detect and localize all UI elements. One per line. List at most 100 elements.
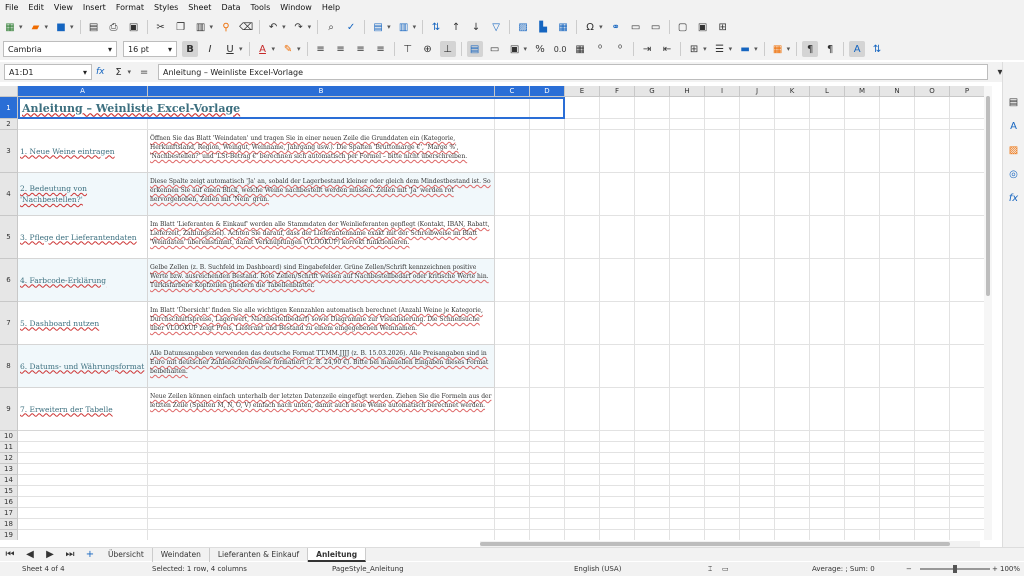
- grid-cell[interactable]: [670, 530, 705, 540]
- grid-cell[interactable]: [565, 345, 600, 388]
- step-label-cell[interactable]: 3. Pflege der Lieferantendaten: [18, 216, 148, 259]
- sum-dropdown-icon[interactable]: ▾: [128, 68, 132, 76]
- grid-cell[interactable]: [530, 530, 565, 540]
- menu-data[interactable]: Data: [216, 0, 245, 16]
- grid-cell[interactable]: [495, 464, 530, 475]
- vertical-text-icon[interactable]: A: [849, 41, 866, 57]
- grid-cell[interactable]: [148, 486, 495, 497]
- grid-cell[interactable]: [565, 486, 600, 497]
- grid-cell[interactable]: [495, 453, 530, 464]
- grid-cell[interactable]: [635, 302, 670, 345]
- menu-help[interactable]: Help: [317, 0, 345, 16]
- grid-cell[interactable]: [950, 97, 984, 119]
- row-header[interactable]: 15: [0, 486, 18, 497]
- align-right-icon[interactable]: ≡: [353, 41, 369, 57]
- grid-cell[interactable]: [565, 302, 600, 345]
- grid-cell[interactable]: [530, 464, 565, 475]
- grid-cell[interactable]: [845, 453, 880, 464]
- grid-cell[interactable]: [600, 302, 635, 345]
- decimal-button[interactable]: 0.0: [552, 41, 568, 57]
- grid-cell[interactable]: [670, 442, 705, 453]
- column-header[interactable]: N: [880, 86, 915, 97]
- step-description-cell[interactable]: Diese Spalte zeigt automatisch 'Ja' an, …: [148, 173, 495, 216]
- grid-cell[interactable]: [740, 486, 775, 497]
- grid-cell[interactable]: [775, 130, 810, 173]
- grid-cell[interactable]: [740, 453, 775, 464]
- hyperlink-icon[interactable]: ⚭: [608, 19, 624, 35]
- row-header[interactable]: 10: [0, 431, 18, 442]
- grid-cell[interactable]: [635, 345, 670, 388]
- font-color-dropdown-icon[interactable]: ▾: [272, 45, 276, 53]
- redo-dropdown-icon[interactable]: ▾: [308, 23, 312, 31]
- grid-cell[interactable]: [530, 302, 565, 345]
- grid-cell[interactable]: [810, 431, 845, 442]
- column-header[interactable]: P: [950, 86, 984, 97]
- row-header[interactable]: 3: [0, 130, 18, 173]
- grid-cell[interactable]: [530, 475, 565, 486]
- grid-cell[interactable]: [740, 475, 775, 486]
- grid-cell[interactable]: [950, 302, 984, 345]
- grid-cell[interactable]: [915, 345, 950, 388]
- save-icon[interactable]: ■: [53, 19, 69, 35]
- grid-cell[interactable]: [635, 119, 670, 130]
- save-dropdown-icon[interactable]: ▾: [70, 23, 74, 31]
- grid-cell[interactable]: [740, 388, 775, 431]
- grid-cell[interactable]: [845, 97, 880, 119]
- grid-cell[interactable]: [495, 345, 530, 388]
- grid-cell[interactable]: [565, 388, 600, 431]
- vertical-scrollbar[interactable]: [984, 86, 992, 540]
- step-description-cell[interactable]: Im Blatt 'Übersicht' finden Sie alle wic…: [148, 302, 495, 345]
- grid-cell[interactable]: [810, 345, 845, 388]
- grid-cell[interactable]: [845, 475, 880, 486]
- number-format-dropdown-icon[interactable]: ▾: [524, 45, 528, 53]
- selection-mode-icon[interactable]: ▭: [722, 562, 729, 576]
- paste-icon[interactable]: ▥: [193, 19, 209, 35]
- bold-button[interactable]: B: [182, 41, 198, 57]
- font-size-box[interactable]: 16 pt ▾: [123, 41, 177, 57]
- step-description-cell[interactable]: Im Blatt 'Lieferanten & Einkauf' werden …: [148, 216, 495, 259]
- find-replace-icon[interactable]: ⌕: [323, 19, 339, 35]
- grid-cell[interactable]: [670, 486, 705, 497]
- column-header[interactable]: C: [495, 86, 530, 97]
- row-header[interactable]: 9: [0, 388, 18, 431]
- grid-cell[interactable]: [880, 497, 915, 508]
- font-color-button[interactable]: A: [255, 41, 271, 57]
- menu-edit[interactable]: Edit: [23, 0, 49, 16]
- grid-cell[interactable]: [635, 530, 670, 540]
- column-header[interactable]: M: [845, 86, 880, 97]
- grid-cell[interactable]: [705, 508, 740, 519]
- grid-cell[interactable]: [635, 442, 670, 453]
- grid-cell[interactable]: [810, 530, 845, 540]
- underline-button[interactable]: U: [222, 41, 238, 57]
- grid-cell[interactable]: [495, 119, 530, 130]
- menu-sheet[interactable]: Sheet: [183, 0, 216, 16]
- grid-cell[interactable]: [565, 216, 600, 259]
- undo-icon[interactable]: ↶: [265, 19, 281, 35]
- grid-cell[interactable]: [810, 475, 845, 486]
- grid-cell[interactable]: [635, 464, 670, 475]
- menu-tools[interactable]: Tools: [246, 0, 276, 16]
- grid-cell[interactable]: [600, 345, 635, 388]
- grid-cell[interactable]: [705, 173, 740, 216]
- grid-cell[interactable]: [915, 464, 950, 475]
- grid-cell[interactable]: [600, 259, 635, 302]
- grid-cell[interactable]: [600, 97, 635, 119]
- grid-cell[interactable]: [705, 530, 740, 540]
- grid-cell[interactable]: [670, 216, 705, 259]
- grid-cell[interactable]: [915, 453, 950, 464]
- grid-cell[interactable]: [530, 442, 565, 453]
- select-all-corner[interactable]: [0, 86, 18, 97]
- grid-cell[interactable]: [670, 453, 705, 464]
- grid-cell[interactable]: [530, 259, 565, 302]
- grid-cell[interactable]: [775, 302, 810, 345]
- grid-cell[interactable]: [880, 431, 915, 442]
- grid-cell[interactable]: [565, 97, 600, 119]
- text-direction-icon[interactable]: ⇅: [869, 41, 885, 57]
- border-style-icon[interactable]: ☰: [712, 41, 728, 57]
- grid-cell[interactable]: [950, 259, 984, 302]
- grid-cell[interactable]: [880, 130, 915, 173]
- grid-cell[interactable]: [670, 431, 705, 442]
- grid-cell[interactable]: [915, 130, 950, 173]
- grid-cell[interactable]: [810, 464, 845, 475]
- step-description-cell[interactable]: Alle Datumsangaben verwenden das deutsch…: [148, 345, 495, 388]
